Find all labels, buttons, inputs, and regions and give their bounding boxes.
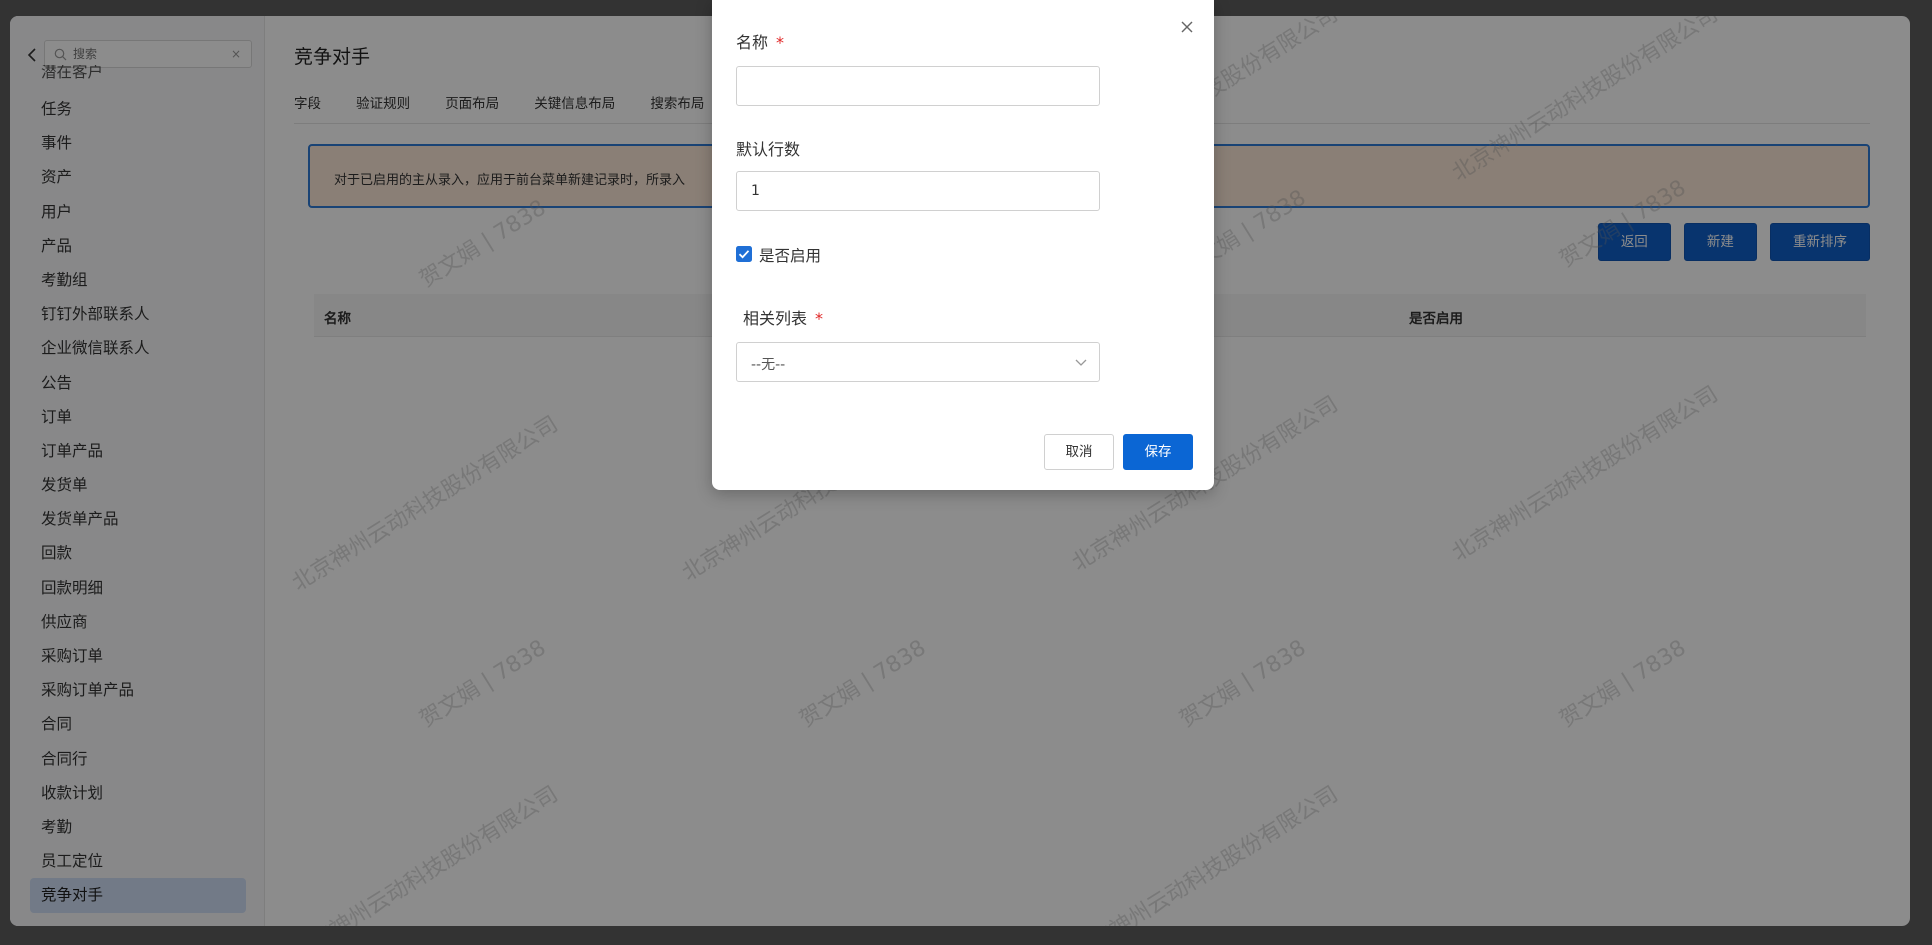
- chevron-down-icon: [1075, 359, 1087, 366]
- default-rows-label: 默认行数: [736, 140, 801, 159]
- related-label-text: 相关列表: [743, 309, 808, 328]
- name-input[interactable]: [736, 66, 1100, 106]
- close-icon[interactable]: [1180, 20, 1194, 34]
- enabled-checkbox[interactable]: [736, 246, 752, 262]
- related-list-value: --无--: [751, 357, 786, 373]
- required-mark: *: [776, 33, 785, 52]
- related-list-select[interactable]: --无--: [736, 342, 1100, 382]
- name-field-label: 名称 *: [736, 29, 784, 53]
- save-button[interactable]: 保存: [1123, 434, 1193, 470]
- required-mark: *: [815, 309, 824, 328]
- enabled-label: 是否启用: [759, 247, 822, 265]
- default-rows-input[interactable]: [736, 171, 1100, 211]
- name-label-text: 名称: [736, 33, 769, 52]
- related-list-label: 相关列表 *: [743, 305, 823, 329]
- cancel-button[interactable]: 取消: [1044, 434, 1114, 470]
- related-list-dialog: 名称 * 默认行数 是否启用 相关列表 * --无-- 取消 保存: [712, 0, 1214, 490]
